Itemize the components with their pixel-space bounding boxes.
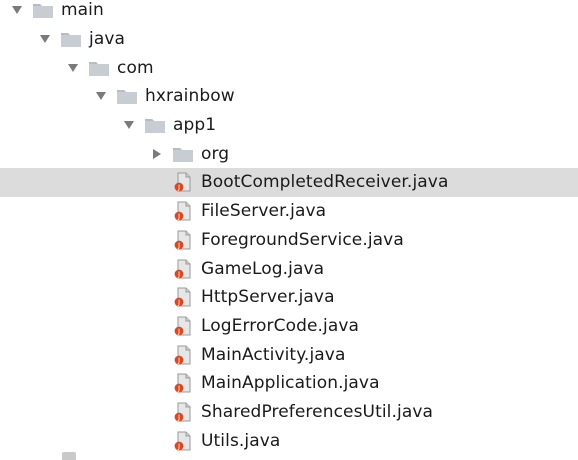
- folder-label: org: [201, 143, 230, 164]
- folder-icon: [144, 115, 166, 135]
- tree-folder-main[interactable]: main: [0, 0, 578, 25]
- svg-text:J: J: [177, 385, 180, 393]
- folder-icon: [172, 144, 194, 164]
- tree-file-fileserver[interactable]: J FileServer.java: [0, 197, 578, 226]
- tree-file-mainapplication[interactable]: J MainApplication.java: [0, 369, 578, 398]
- file-label: LogErrorCode.java: [201, 315, 360, 336]
- file-label: ForegroundService.java: [201, 229, 404, 250]
- folder-icon: [116, 86, 138, 106]
- java-file-icon: J: [172, 345, 194, 365]
- triangle-down-icon[interactable]: [66, 61, 80, 75]
- folder-label: com: [117, 57, 154, 78]
- tree-file-foregroundservice[interactable]: J ForegroundService.java: [0, 226, 578, 255]
- tree-file-mainactivity[interactable]: J MainActivity.java: [0, 340, 578, 369]
- java-file-icon: J: [172, 172, 194, 192]
- triangle-down-icon[interactable]: [94, 89, 108, 103]
- file-label: Utils.java: [201, 430, 281, 451]
- file-label: HttpServer.java: [201, 287, 335, 308]
- file-label: GameLog.java: [201, 258, 325, 279]
- folder-icon: [32, 0, 54, 20]
- triangle-down-icon[interactable]: [38, 32, 52, 46]
- file-label: MainApplication.java: [201, 373, 380, 394]
- tree-folder-com[interactable]: com: [0, 53, 578, 82]
- tree-file-utils[interactable]: J Utils.java: [0, 426, 578, 455]
- folder-icon: [88, 58, 110, 78]
- folder-icon: [60, 29, 82, 49]
- svg-text:J: J: [177, 328, 180, 336]
- java-file-icon: J: [172, 230, 194, 250]
- svg-text:J: J: [177, 270, 180, 278]
- java-file-icon: J: [172, 431, 194, 451]
- triangle-down-icon[interactable]: [122, 118, 136, 132]
- tree-file-sharedpreferencesutil[interactable]: J SharedPreferencesUtil.java: [0, 398, 578, 427]
- folder-label: main: [61, 0, 104, 21]
- svg-text:J: J: [177, 356, 180, 364]
- file-label: BootCompletedReceiver.java: [201, 172, 449, 193]
- svg-text:J: J: [177, 184, 180, 192]
- tree-file-httpserver[interactable]: J HttpServer.java: [0, 283, 578, 312]
- folder-label: hxrainbow: [145, 86, 235, 107]
- svg-text:J: J: [177, 442, 180, 450]
- java-file-icon: J: [172, 287, 194, 307]
- folder-label: app1: [173, 115, 217, 136]
- file-label: FileServer.java: [201, 201, 327, 222]
- triangle-right-icon[interactable]: [150, 147, 164, 161]
- tree-file-gamelog[interactable]: J GameLog.java: [0, 254, 578, 283]
- java-file-icon: J: [172, 402, 194, 422]
- partial-folder-icon: [62, 452, 76, 460]
- file-label: SharedPreferencesUtil.java: [201, 401, 434, 422]
- svg-text:J: J: [177, 414, 180, 422]
- java-file-icon: J: [172, 316, 194, 336]
- tree-file-bootcompletedreceiver[interactable]: J BootCompletedReceiver.java: [0, 168, 578, 197]
- svg-text:J: J: [177, 241, 180, 249]
- java-file-icon: J: [172, 373, 194, 393]
- folder-label: java: [89, 29, 126, 50]
- svg-text:J: J: [177, 213, 180, 221]
- java-file-icon: J: [172, 201, 194, 221]
- tree-folder-app1[interactable]: app1: [0, 111, 578, 140]
- java-file-icon: J: [172, 259, 194, 279]
- project-tree: main java com hxrainbow app1 org J BootC…: [0, 0, 578, 455]
- file-label: MainActivity.java: [201, 344, 346, 365]
- tree-folder-hxrainbow[interactable]: hxrainbow: [0, 82, 578, 111]
- tree-folder-org[interactable]: org: [0, 139, 578, 168]
- triangle-down-icon[interactable]: [10, 3, 24, 17]
- tree-folder-java[interactable]: java: [0, 25, 578, 54]
- tree-file-logerrorcode[interactable]: J LogErrorCode.java: [0, 312, 578, 341]
- svg-text:J: J: [177, 299, 180, 307]
